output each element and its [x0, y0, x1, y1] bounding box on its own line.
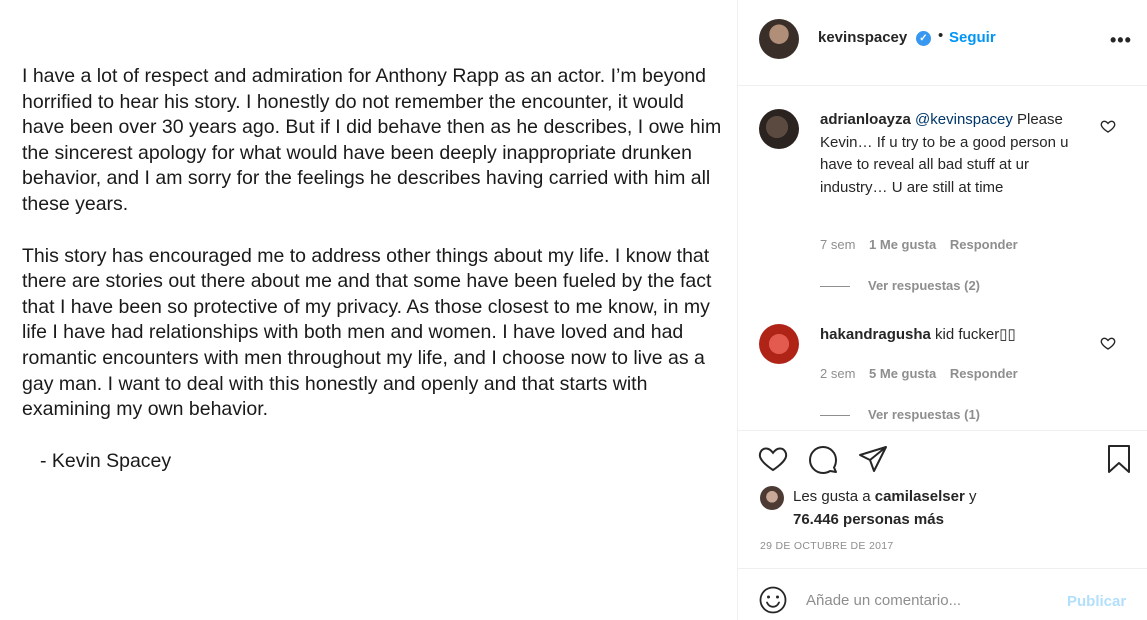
likes-line-1: Les gusta a camilaselser y: [793, 485, 976, 508]
comment-likes[interactable]: 1 Me gusta: [869, 237, 936, 252]
comment-like-heart-icon[interactable]: [1100, 335, 1116, 351]
more-options-icon[interactable]: •••: [1110, 30, 1132, 51]
statement-text: I have a lot of respect and admiration f…: [22, 64, 727, 474]
commenter-username[interactable]: hakandragusha: [820, 326, 931, 343]
replies-divider: [820, 286, 850, 288]
comment-like-heart-icon[interactable]: [1100, 118, 1116, 134]
comment-time: 7 sem: [820, 237, 856, 252]
comment-reply-button[interactable]: Responder: [950, 237, 1018, 252]
view-replies-label: Ver respuestas (2): [868, 278, 981, 293]
add-comment-bar: Publicar: [738, 568, 1147, 620]
commenter-username[interactable]: adrianloayza: [820, 111, 911, 128]
comment-likes[interactable]: 5 Me gusta: [869, 366, 936, 381]
view-replies-label: Ver respuestas (1): [868, 407, 981, 422]
bookmark-icon[interactable]: [1103, 443, 1135, 475]
liker-username[interactable]: camilaselser: [875, 488, 965, 505]
statement-paragraph-1: I have a lot of respect and admiration f…: [22, 65, 722, 215]
replies-divider: [820, 415, 850, 417]
commenter-avatar[interactable]: [759, 324, 799, 364]
comment-reply-button[interactable]: Responder: [950, 366, 1018, 381]
publish-button[interactable]: Publicar: [1067, 593, 1126, 610]
likes-suffix: y: [964, 488, 977, 505]
author-avatar[interactable]: [759, 19, 799, 59]
comment-input[interactable]: [806, 585, 1056, 615]
comment-meta: 2 sem 5 Me gusta Responder: [820, 366, 1028, 381]
comment-bubble-icon[interactable]: [807, 443, 839, 475]
author-username[interactable]: kevinspacey: [818, 29, 907, 46]
heart-icon[interactable]: [757, 443, 789, 475]
comments-list[interactable]: adrianloayza @kevinspacey Please Kevin… …: [738, 87, 1147, 429]
comment-text: hakandragusha kid fucker▯▯: [820, 324, 1078, 347]
post-date[interactable]: 29 DE OCTUBRE DE 2017: [760, 540, 894, 552]
comment-text: adrianloayza @kevinspacey Please Kevin… …: [820, 109, 1078, 199]
liker-avatar[interactable]: [760, 486, 784, 510]
post-image: I have a lot of respect and admiration f…: [0, 0, 737, 620]
comment-mention[interactable]: @kevinspacey: [915, 111, 1013, 128]
paper-plane-icon[interactable]: [857, 443, 889, 475]
comment-time: 2 sem: [820, 366, 856, 381]
likes-count[interactable]: 76.446 personas más: [793, 508, 944, 531]
comment-body: kid fucker▯▯: [935, 326, 1016, 343]
smiley-icon[interactable]: [758, 585, 788, 615]
likes-prefix: Les gusta a: [793, 488, 875, 505]
commenter-avatar[interactable]: [759, 109, 799, 149]
view-replies-button[interactable]: Ver respuestas (1): [820, 407, 980, 422]
post-sidebar: kevinspacey ✓ • Seguir ••• adrianloayza …: [737, 0, 1147, 620]
post-actions: Les gusta a camilaselser y 76.446 person…: [738, 430, 1147, 568]
header-separator: •: [938, 27, 944, 44]
follow-button[interactable]: Seguir: [949, 29, 996, 46]
verified-badge-icon: ✓: [916, 31, 931, 46]
comment-meta: 7 sem 1 Me gusta Responder: [820, 237, 1028, 252]
view-replies-button[interactable]: Ver respuestas (2): [820, 278, 980, 293]
statement-signature: - Kevin Spacey: [40, 449, 172, 472]
post-header: kevinspacey ✓ • Seguir •••: [738, 0, 1147, 86]
statement-paragraph-2: This story has encouraged me to address …: [22, 244, 712, 421]
